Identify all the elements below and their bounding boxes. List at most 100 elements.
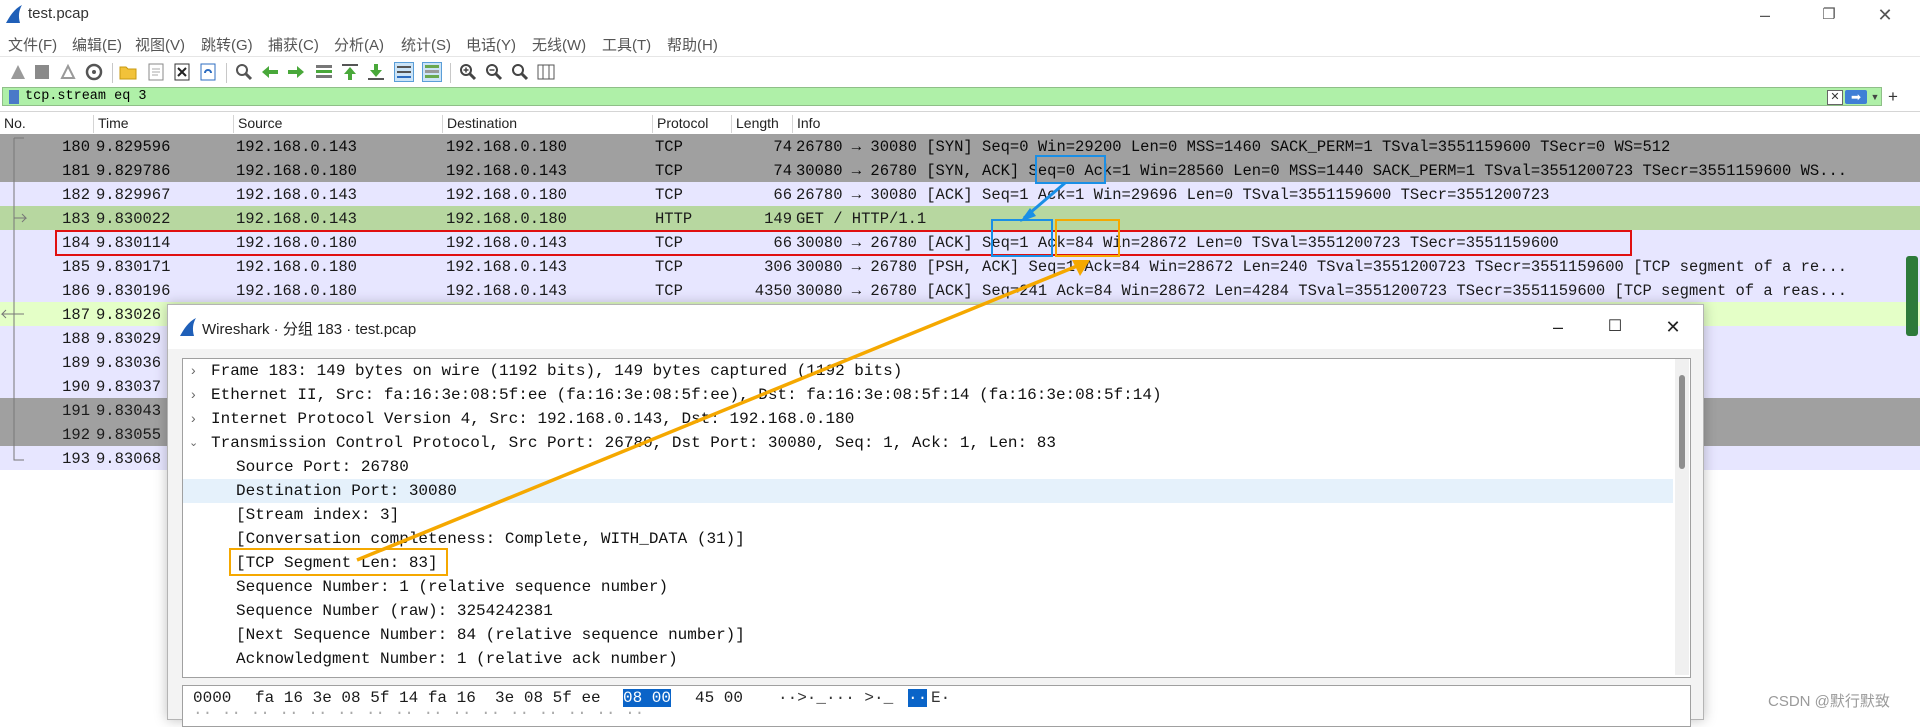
menu-view[interactable]: 视图(V) xyxy=(135,34,185,55)
restore-button[interactable]: ❐ xyxy=(1806,2,1852,28)
save-file-icon[interactable] xyxy=(146,62,166,82)
menu-analyze[interactable]: 分析(A) xyxy=(334,34,384,55)
packet-row[interactable]: 186 9.830196 192.168.0.180 192.168.0.143… xyxy=(0,278,1920,302)
packet-row[interactable]: 182 9.829967 192.168.0.143 192.168.0.180… xyxy=(0,182,1920,206)
display-filter-input[interactable]: tcp.stream eq 3 ✕ ➡ ▼ xyxy=(2,87,1882,106)
menu-capture[interactable]: 捕获(C) xyxy=(268,34,319,55)
chevron-right-icon[interactable]: › xyxy=(191,386,203,402)
dialog-minimize-button[interactable]: – xyxy=(1538,313,1578,341)
stop-capture-icon[interactable] xyxy=(32,62,52,82)
packet-info: 26780 → 30080 [ACK] Seq=1 Ack=1 Win=2969… xyxy=(796,186,1550,204)
restart-capture-icon[interactable] xyxy=(58,62,78,82)
protocol-tree: › Frame 183: 149 bytes on wire (1192 bit… xyxy=(182,358,1691,678)
packet-protocol: TCP xyxy=(655,258,683,276)
tree-field[interactable]: Source Port: 26780 xyxy=(183,455,1673,479)
col-time[interactable]: Time xyxy=(93,115,129,133)
close-file-icon[interactable] xyxy=(172,62,192,82)
tree-node-tcp[interactable]: ⌄ Transmission Control Protocol, Src Por… xyxy=(183,431,1673,455)
menu-telephony[interactable]: 电话(Y) xyxy=(466,34,516,55)
tree-scroll-thumb[interactable] xyxy=(1679,375,1685,469)
dialog-title: Wireshark · 分组 183 · test.pcap xyxy=(202,321,417,338)
tree-node-frame[interactable]: › Frame 183: 149 bytes on wire (1192 bit… xyxy=(183,359,1673,383)
watermark: CSDN @默行默致 xyxy=(1768,693,1890,710)
clear-filter-icon[interactable]: ✕ xyxy=(1827,90,1843,105)
zoom-in-icon[interactable] xyxy=(458,62,478,82)
col-source[interactable]: Source xyxy=(233,115,282,133)
open-file-icon[interactable] xyxy=(118,62,138,82)
col-destination[interactable]: Destination xyxy=(442,115,517,133)
chevron-right-icon[interactable]: › xyxy=(191,410,203,426)
packet-row[interactable]: 181 9.829786 192.168.0.180 192.168.0.143… xyxy=(0,158,1920,182)
apply-filter-arrow-icon[interactable]: ➡ xyxy=(1845,90,1867,104)
tree-node-label: Transmission Control Protocol, Src Port:… xyxy=(211,434,1056,452)
highlight-seq1 xyxy=(991,219,1053,257)
tree-field[interactable]: [Stream index: 3] xyxy=(183,503,1673,527)
tree-field[interactable]: Sequence Number: 1 (relative sequence nu… xyxy=(183,575,1673,599)
col-protocol[interactable]: Protocol xyxy=(652,115,708,133)
tree-field-selected[interactable]: Destination Port: 30080 xyxy=(183,479,1673,503)
find-packet-icon[interactable] xyxy=(234,62,254,82)
dialog-close-button[interactable]: ✕ xyxy=(1653,313,1693,341)
normal-size-icon[interactable] xyxy=(510,62,530,82)
menu-go[interactable]: 跳转(G) xyxy=(201,34,253,55)
tree-scrollbar[interactable] xyxy=(1675,359,1689,675)
go-to-packet-icon[interactable] xyxy=(314,62,334,82)
dialog-maximize-button[interactable]: ☐ xyxy=(1595,313,1635,341)
reload-file-icon[interactable] xyxy=(198,62,218,82)
window-title: test.pcap xyxy=(28,5,89,22)
col-info[interactable]: Info xyxy=(792,115,820,133)
col-no[interactable]: No. xyxy=(0,115,26,133)
tree-node-label: Internet Protocol Version 4, Src: 192.16… xyxy=(211,410,855,428)
packet-source: 192.168.0.180 xyxy=(236,258,357,276)
packet-row[interactable]: 185 9.830171 192.168.0.180 192.168.0.143… xyxy=(0,254,1920,278)
col-length[interactable]: Length xyxy=(731,115,779,133)
capture-options-icon[interactable] xyxy=(84,62,104,82)
packet-no: 192 xyxy=(62,426,90,444)
packet-time: 9.829786 xyxy=(96,162,171,180)
menu-edit[interactable]: 编辑(E) xyxy=(72,34,122,55)
menu-help[interactable]: 帮助(H) xyxy=(667,34,718,55)
tree-field[interactable]: Acknowledgment Number: 1 (relative ack n… xyxy=(183,647,1673,671)
packet-source: 192.168.0.143 xyxy=(236,210,357,228)
resize-columns-icon[interactable] xyxy=(536,62,556,82)
packet-no: 181 xyxy=(62,162,90,180)
packet-time: 9.829596 xyxy=(96,138,171,156)
last-packet-icon[interactable] xyxy=(366,62,386,82)
tree-field[interactable]: [Next Sequence Number: 84 (relative sequ… xyxy=(183,623,1673,647)
packet-destination: 192.168.0.143 xyxy=(446,282,567,300)
start-capture-icon[interactable] xyxy=(8,62,28,82)
packet-length: 306 xyxy=(764,258,792,276)
tree-node-ethernet[interactable]: › Ethernet II, Src: fa:16:3e:08:5f:ee (f… xyxy=(183,383,1673,407)
tree-node-ipv4[interactable]: › Internet Protocol Version 4, Src: 192.… xyxy=(183,407,1673,431)
minimize-button[interactable]: – xyxy=(1742,2,1788,28)
chevron-right-icon[interactable]: › xyxy=(191,362,203,378)
go-back-icon[interactable] xyxy=(260,62,280,82)
packet-length: 4350 xyxy=(754,282,792,300)
filter-dropdown-icon[interactable]: ▼ xyxy=(1869,90,1881,104)
tree-field-label: Sequence Number (raw): 3254242381 xyxy=(236,602,553,620)
zoom-out-icon[interactable] xyxy=(484,62,504,82)
chevron-down-icon[interactable]: ⌄ xyxy=(189,436,201,449)
menu-tools[interactable]: 工具(T) xyxy=(602,34,651,55)
colorize-icon[interactable] xyxy=(422,62,442,82)
go-forward-icon[interactable] xyxy=(286,62,306,82)
menu-wireless[interactable]: 无线(W) xyxy=(532,34,586,55)
add-filter-button-icon[interactable]: + xyxy=(1888,87,1898,107)
bookmark-icon[interactable] xyxy=(9,90,19,104)
hex-row-partial: ·· ·· ·· ·· ·· ·· ·· ·· ·· ·· ·· ·· ·· ·… xyxy=(183,704,1683,726)
close-button[interactable]: ✕ xyxy=(1862,2,1908,28)
tree-node-label: Frame 183: 149 bytes on wire (1192 bits)… xyxy=(211,362,903,380)
packet-row[interactable]: 180 9.829596 192.168.0.143 192.168.0.180… xyxy=(0,134,1920,158)
tree-field[interactable]: Sequence Number (raw): 3254242381 xyxy=(183,599,1673,623)
menu-file[interactable]: 文件(F) xyxy=(8,34,57,55)
packet-row[interactable]: 183 9.830022 192.168.0.143 192.168.0.180… xyxy=(0,206,1920,230)
first-packet-icon[interactable] xyxy=(340,62,360,82)
packet-list-scroll-indicator[interactable] xyxy=(1906,256,1918,336)
menu-statistics[interactable]: 统计(S) xyxy=(401,34,451,55)
autoscroll-icon[interactable] xyxy=(394,62,414,82)
packet-time: 9.83068 xyxy=(96,450,162,468)
packet-time: 9.83036 xyxy=(96,354,162,372)
hex-ascii: E· xyxy=(931,689,951,707)
tree-field-label: [Conversation completeness: Complete, WI… xyxy=(236,530,745,548)
tree-field-label: Sequence Number: 1 (relative sequence nu… xyxy=(236,578,669,596)
